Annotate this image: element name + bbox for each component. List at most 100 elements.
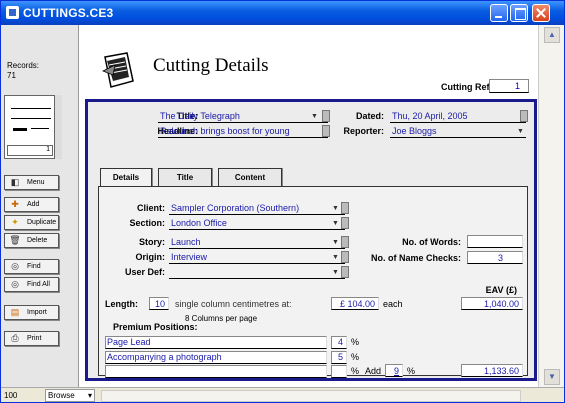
duplicate-button-label: Duplicate bbox=[27, 219, 57, 226]
length-unit-text: single column centimetres at: bbox=[175, 299, 292, 309]
add-pct-sign: % bbox=[407, 366, 416, 376]
premium-positions-label: Premium Positions: bbox=[113, 322, 198, 332]
userdef-dropdown-icon[interactable]: ▼ bbox=[331, 267, 340, 278]
cutting-ref-label: Cutting Ref: bbox=[441, 82, 493, 92]
add-button-label: Add bbox=[27, 201, 40, 208]
origin-lookup-button[interactable] bbox=[341, 251, 349, 263]
find-all-button[interactable]: ◎ Find All bbox=[4, 277, 59, 292]
window-title: CUTTINGS.CE3 bbox=[23, 6, 114, 20]
tab-content[interactable]: Content bbox=[218, 168, 282, 186]
rate-value: £ 104.00 bbox=[339, 299, 375, 309]
maximize-button[interactable] bbox=[510, 4, 528, 22]
position-3-pct-field[interactable] bbox=[331, 365, 347, 378]
reporter-dropdown-icon[interactable]: ▼ bbox=[516, 126, 525, 137]
story-label: Story: bbox=[138, 237, 165, 247]
horizontal-scrollbar[interactable] bbox=[101, 390, 521, 402]
position-2-value: Accompanying a photograph bbox=[107, 352, 222, 362]
eav-value: 1,040.00 bbox=[483, 299, 519, 309]
status-bar: 100 Browse ▾ bbox=[1, 387, 564, 402]
add-label: Add bbox=[365, 366, 382, 376]
delete-icon: 🗑 bbox=[9, 235, 21, 245]
section-dropdown-icon[interactable]: ▼ bbox=[331, 218, 340, 229]
reporter-label: Reporter: bbox=[343, 126, 384, 136]
mode-dropdown-icon: ▾ bbox=[87, 391, 92, 400]
each-label: each bbox=[383, 299, 403, 309]
delete-button[interactable]: 🗑 Delete bbox=[4, 233, 59, 248]
menu-button[interactable]: ◧ Menu bbox=[4, 175, 59, 190]
add-icon: ✚ bbox=[11, 199, 19, 209]
menu-button-label: Menu bbox=[27, 179, 45, 186]
name-checks-label: No. of Name Checks: bbox=[370, 253, 461, 263]
import-button[interactable]: ▤ Import bbox=[4, 305, 59, 320]
length-label: Length: bbox=[105, 299, 138, 309]
menu-icon: ◧ bbox=[10, 177, 20, 187]
userdef-lookup-button[interactable] bbox=[341, 266, 349, 278]
tab-title[interactable]: Title bbox=[158, 168, 212, 186]
close-button[interactable] bbox=[532, 4, 550, 22]
minimize-button[interactable] bbox=[490, 4, 508, 22]
find-button[interactable]: ◎ Find bbox=[4, 259, 59, 274]
userdef-label: User Def: bbox=[124, 267, 165, 277]
origin-label: Origin: bbox=[135, 252, 166, 262]
scroll-down-icon[interactable]: ▼ bbox=[544, 369, 560, 385]
total-value: 1,133.60 bbox=[483, 366, 519, 376]
record-slider[interactable] bbox=[54, 95, 62, 159]
position-1-value: Page Lead bbox=[107, 337, 151, 347]
story-dropdown-icon[interactable]: ▼ bbox=[331, 237, 340, 248]
sidebar: Records: 71 1 ◧ Menu ✚ Add ✦ Duplicate 🗑 Del… bbox=[1, 25, 79, 387]
print-button[interactable]: ⎙ Print bbox=[4, 331, 59, 346]
section-label: Section: bbox=[129, 218, 165, 228]
book-page-number: 1 bbox=[7, 145, 53, 156]
scroll-up-icon[interactable]: ▲ bbox=[544, 27, 560, 43]
position-3-pct-sign: % bbox=[351, 366, 360, 376]
client-dropdown-icon[interactable]: ▼ bbox=[331, 203, 340, 214]
details-tab-pane: Client: Sampler Corporation (Southern) ▼… bbox=[98, 186, 528, 378]
delete-button-label: Delete bbox=[27, 237, 48, 244]
words-label: No. of Words: bbox=[402, 237, 461, 247]
length-value: 10 bbox=[154, 299, 165, 309]
duplicate-icon: ✦ bbox=[11, 217, 19, 227]
section-lookup-button[interactable] bbox=[341, 217, 349, 229]
position-1-pct: 4 bbox=[337, 337, 343, 347]
duplicate-button[interactable]: ✦ Duplicate bbox=[4, 215, 59, 230]
add-pct-value: 9 bbox=[393, 366, 399, 376]
title-dropdown-icon[interactable]: ▼ bbox=[310, 111, 319, 122]
position-1-pct-sign: % bbox=[351, 337, 360, 347]
eav-label: EAV (£) bbox=[485, 285, 517, 295]
client-value: Sampler Corporation (Southern) bbox=[171, 203, 300, 213]
name-checks-value: 3 bbox=[497, 253, 503, 263]
client-label: Client: bbox=[137, 203, 165, 213]
vertical-scrollbar[interactable]: ▲ ▼ bbox=[538, 25, 564, 387]
title-bar[interactable]: CUTTINGS.CE3 bbox=[1, 1, 564, 25]
find-button-label: Find bbox=[27, 263, 41, 270]
origin-value: Interview bbox=[171, 252, 208, 262]
reporter-value: Joe Bloggs bbox=[392, 126, 437, 136]
dated-calendar-button[interactable] bbox=[520, 110, 528, 122]
client-lookup-button[interactable] bbox=[341, 202, 349, 214]
dated-label: Dated: bbox=[355, 111, 384, 121]
zoom-level[interactable]: 100 bbox=[4, 391, 17, 400]
app-window: CUTTINGS.CE3 Records: 71 1 ◧ Menu ✚ Add bbox=[0, 0, 565, 403]
add-button[interactable]: ✚ Add bbox=[4, 197, 59, 212]
title-lookup-button[interactable] bbox=[322, 110, 330, 122]
mode-selector[interactable]: Browse ▾ bbox=[45, 389, 95, 402]
userdef-field[interactable] bbox=[169, 266, 345, 279]
mode-value: Browse bbox=[48, 391, 75, 400]
origin-dropdown-icon[interactable]: ▼ bbox=[331, 252, 340, 263]
story-lookup-button[interactable] bbox=[341, 236, 349, 248]
import-button-label: Import bbox=[27, 309, 47, 316]
app-icon bbox=[6, 6, 19, 19]
cutting-ref-field[interactable]: 1 bbox=[489, 79, 529, 93]
position-2-pct-sign: % bbox=[351, 352, 360, 362]
records-count: 71 bbox=[7, 71, 16, 80]
position-3-field[interactable] bbox=[105, 365, 327, 378]
record-book-navigator[interactable]: 1 bbox=[4, 95, 60, 159]
title-value: The Daily Telegraph bbox=[160, 111, 240, 121]
page-title: Cutting Details bbox=[153, 55, 269, 76]
details-panel: Title: The Daily Telegraph ▼ Dated: Thu,… bbox=[85, 99, 537, 381]
headline-lookup-button[interactable] bbox=[322, 125, 330, 137]
import-icon: ▤ bbox=[10, 307, 20, 317]
print-button-label: Print bbox=[27, 335, 42, 342]
words-field[interactable] bbox=[467, 235, 523, 248]
tab-details[interactable]: Details bbox=[100, 168, 152, 186]
